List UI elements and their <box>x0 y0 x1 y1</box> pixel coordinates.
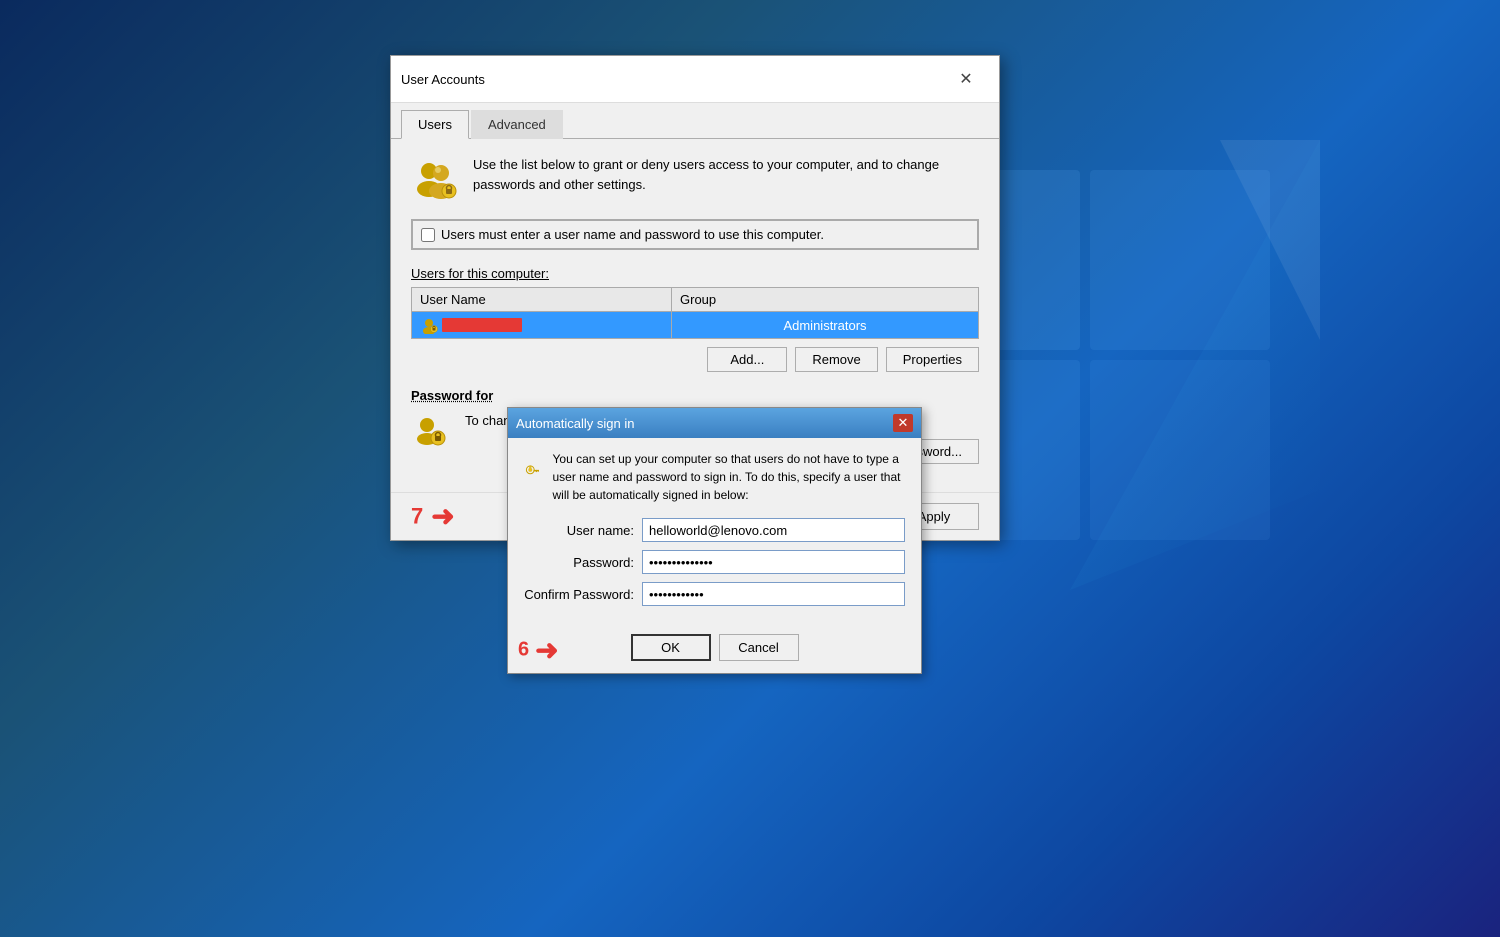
step7-label: 7 <box>411 503 423 529</box>
autosignin-cancel-button[interactable]: Cancel <box>719 634 799 661</box>
autosignin-ok-button[interactable]: OK <box>631 634 711 661</box>
tab-users[interactable]: Users <box>401 110 469 139</box>
autosignin-key-icon <box>524 450 541 492</box>
autosignin-info-row: You can set up your computer so that use… <box>524 450 905 504</box>
table-header: User Name Group <box>412 288 978 312</box>
autosignin-titlebar: Automatically sign in ✕ <box>508 408 921 438</box>
step6-label: 6 <box>518 638 529 661</box>
autologin-label: Users must enter a user name and passwor… <box>441 227 824 242</box>
autologin-checkbox-row: Users must enter a user name and passwor… <box>411 219 979 250</box>
password-field-label: Password: <box>524 555 634 570</box>
password-row: Password: <box>524 550 905 574</box>
password-section-title: Password for <box>411 388 979 403</box>
username-row: User name: <box>524 518 905 542</box>
users-table: User Name Group A <box>411 287 979 339</box>
autologin-checkbox[interactable] <box>421 228 435 242</box>
title-bar: User Accounts ✕ <box>391 56 999 103</box>
info-text: Use the list below to grant or deny user… <box>473 155 979 194</box>
password-input[interactable] <box>642 550 905 574</box>
autosignin-footer: 6 ➜ OK Cancel <box>508 626 921 673</box>
user-row-icon <box>420 316 438 334</box>
confirm-password-row: Confirm Password: <box>524 582 905 606</box>
redacted-username <box>442 318 522 332</box>
autosignin-info-text: You can set up your computer so that use… <box>553 450 906 504</box>
dialog-title: User Accounts <box>401 72 485 87</box>
username-label: User name: <box>524 523 634 538</box>
users-section-label: Users for this computer: <box>411 266 979 281</box>
properties-button[interactable]: Properties <box>886 347 979 372</box>
password-icon <box>411 411 451 451</box>
username-input[interactable] <box>642 518 905 542</box>
col-header-group: Group <box>672 288 978 312</box>
tabs-container: Users Advanced <box>391 103 999 139</box>
remove-user-button[interactable]: Remove <box>795 347 877 372</box>
step7-arrow: ➜ <box>431 500 454 533</box>
close-button[interactable]: ✕ <box>943 64 989 94</box>
step6-indicator: 6 ➜ <box>518 633 559 666</box>
desktop: User Accounts ✕ Users Advanced <box>0 0 1500 937</box>
tab-advanced[interactable]: Advanced <box>471 110 563 139</box>
info-row: Use the list below to grant or deny user… <box>411 155 979 203</box>
step7-indicator: 7 ➜ <box>411 500 455 533</box>
title-bar-controls: ✕ <box>943 64 989 94</box>
add-user-button[interactable]: Add... <box>707 347 787 372</box>
autosignin-dialog: Automatically sign in ✕ You can set up y… <box>507 407 922 674</box>
users-icon <box>411 155 459 203</box>
step6-arrow: ➜ <box>535 633 558 666</box>
autosignin-close-button[interactable]: ✕ <box>893 414 913 432</box>
autosignin-title: Automatically sign in <box>516 416 635 431</box>
user-name-cell <box>412 312 672 338</box>
user-group-cell: Administrators <box>672 314 978 337</box>
autosignin-content: You can set up your computer so that use… <box>508 438 921 626</box>
confirm-password-input[interactable] <box>642 582 905 606</box>
confirm-password-label: Confirm Password: <box>524 587 634 602</box>
table-row[interactable]: Administrators <box>412 312 978 338</box>
user-management-buttons: Add... Remove Properties <box>411 347 979 372</box>
col-header-username: User Name <box>412 288 672 312</box>
